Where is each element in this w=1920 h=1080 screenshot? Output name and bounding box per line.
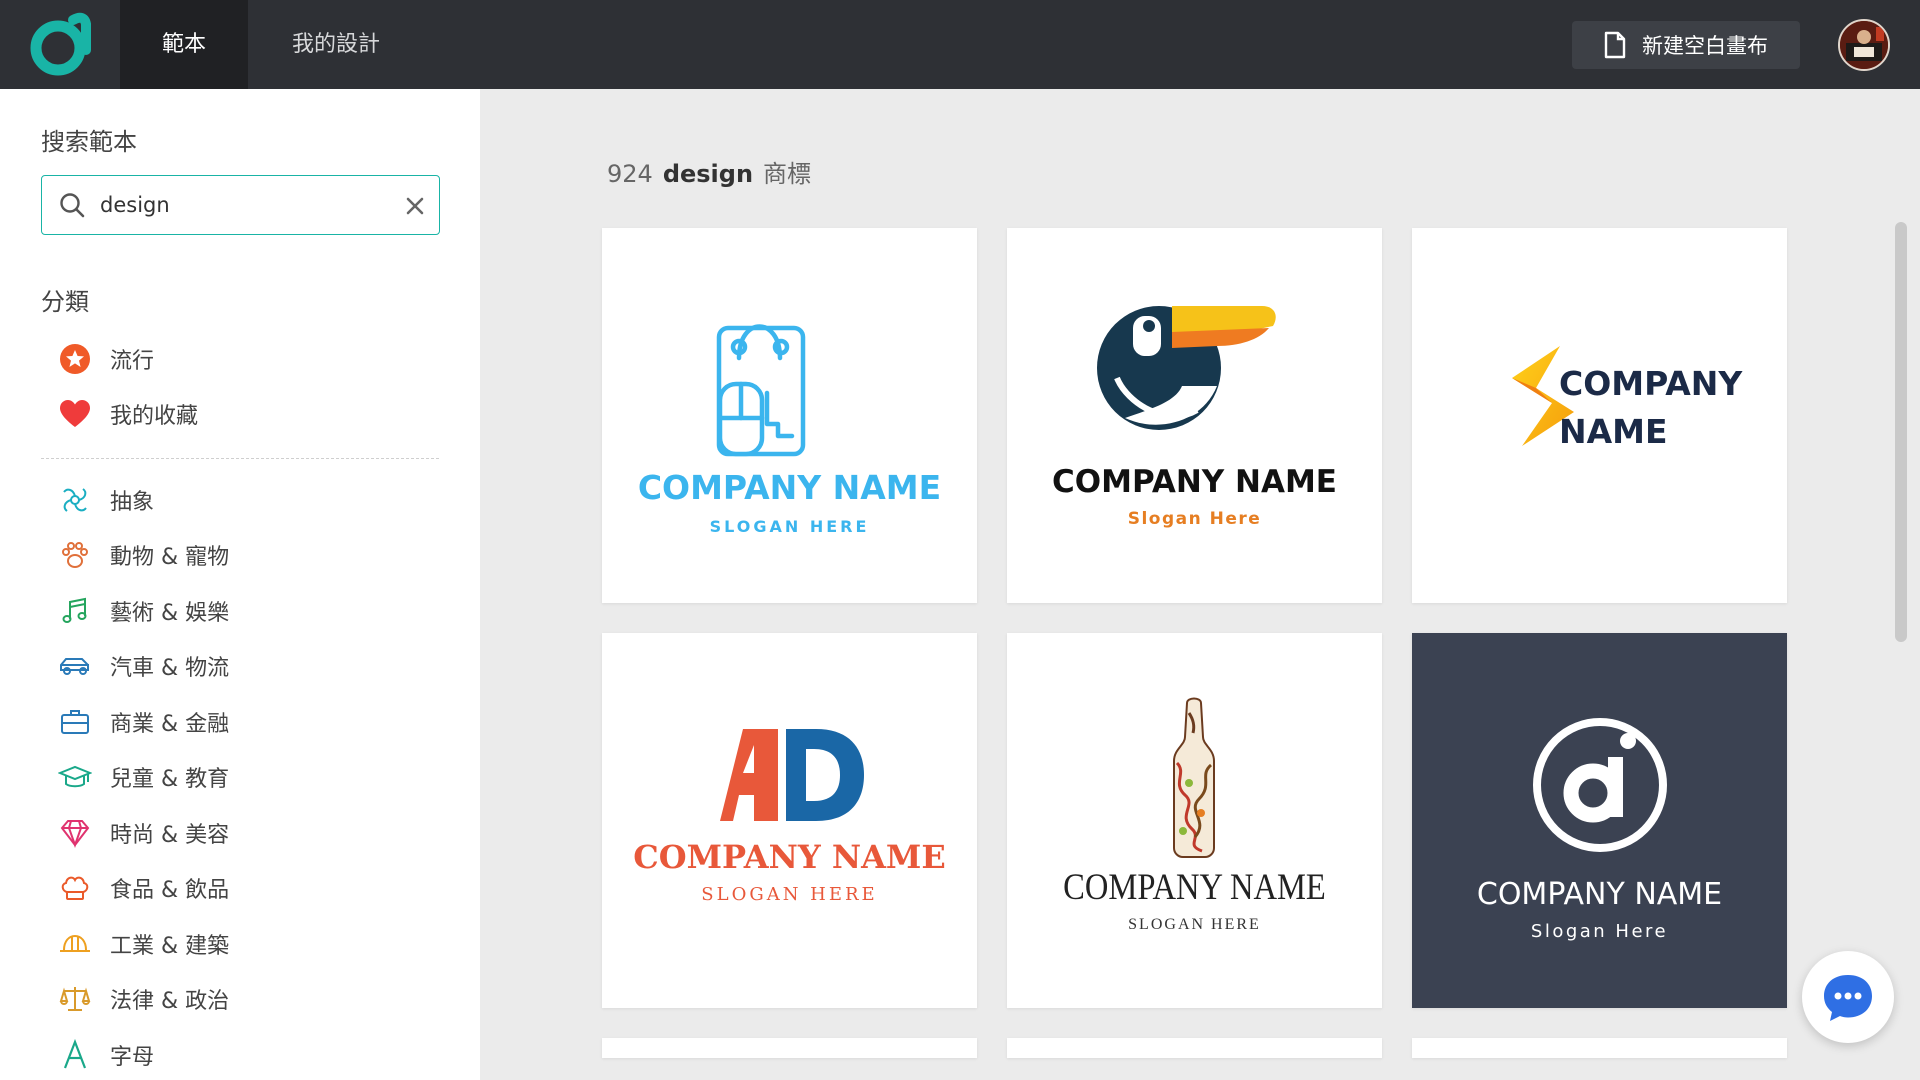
user-avatar[interactable] <box>1838 19 1890 71</box>
category-food[interactable]: 食品 & 飲品 <box>58 870 229 906</box>
category-label: 動物 & 寵物 <box>110 545 230 570</box>
category-label: 法律 & 政治 <box>110 989 230 1014</box>
chef-hat-icon <box>58 871 92 905</box>
result-query: design <box>662 160 754 188</box>
category-label: 商業 & 金融 <box>110 712 230 737</box>
ad-monogram-logo <box>720 729 864 821</box>
template-slogan: SLOGAN HERE <box>709 517 870 536</box>
category-label: 藝術 & 娛樂 <box>110 601 230 626</box>
category-auto[interactable]: 汽車 & 物流 <box>58 648 229 684</box>
template-company-name: COMPANY NAME <box>1063 867 1326 908</box>
category-letters[interactable]: 字母 <box>58 1037 154 1073</box>
scales-icon <box>58 982 92 1016</box>
template-card[interactable] <box>1007 1038 1382 1058</box>
car-icon <box>58 649 92 683</box>
category-education[interactable]: 兒童 & 教育 <box>58 759 229 795</box>
categories-title: 分類 <box>41 288 89 316</box>
tab-my-designs[interactable]: 我的設計 <box>272 0 400 89</box>
template-company-name-line2: NAME <box>1559 412 1668 451</box>
category-label: 流行 <box>110 349 155 374</box>
template-card[interactable]: COMPANY NAME Slogan Here <box>1007 228 1382 603</box>
category-popular[interactable]: 流行 <box>58 341 154 377</box>
category-arts[interactable]: 藝術 & 娛樂 <box>58 593 229 629</box>
hard-hat-icon <box>58 927 92 961</box>
graduation-cap-icon <box>58 760 92 794</box>
search-templates-title: 搜索範本 <box>41 128 137 156</box>
toucan-icon <box>1097 306 1276 430</box>
template-card[interactable]: COMPANY NAME Slogan Here <box>1412 633 1787 1008</box>
template-card[interactable]: COMPANY NAME SLOGAN HERE <box>602 633 977 1008</box>
music-note-icon <box>58 594 92 628</box>
abstract-swirl-icon <box>58 483 92 517</box>
result-suffix: 商標 <box>763 160 812 188</box>
result-count: 924 <box>607 160 653 188</box>
category-law[interactable]: 法律 & 政治 <box>58 981 229 1017</box>
category-label: 字母 <box>110 1045 155 1070</box>
search-input[interactable] <box>100 189 390 221</box>
template-slogan: SLOGAN HERE <box>1128 916 1261 933</box>
sidebar-divider <box>41 458 439 459</box>
category-label: 兒童 & 教育 <box>110 767 230 792</box>
category-industry[interactable]: 工業 & 建築 <box>58 926 229 962</box>
clear-search-icon[interactable] <box>405 196 425 216</box>
template-company-name: COMPANY <box>1559 364 1743 403</box>
template-slogan: Slogan Here <box>1127 509 1262 529</box>
category-favorites[interactable]: 我的收藏 <box>58 396 198 432</box>
top-bar: 範本 我的設計 新建空白畫布 <box>0 0 1920 89</box>
shopping-bag-mouse-icon <box>716 324 806 457</box>
category-label: 時尚 & 美容 <box>110 823 230 848</box>
category-label: 抽象 <box>110 490 155 515</box>
category-business[interactable]: 商業 & 金融 <box>58 704 229 740</box>
sidebar: 搜索範本 分類 流行 我的收藏 抽象 <box>0 89 480 1080</box>
heart-icon <box>58 397 92 431</box>
results-heading: 924 design 商標 <box>607 154 811 189</box>
paw-icon <box>58 538 92 572</box>
template-card[interactable]: COMPANY NAME SLOGAN HERE <box>1007 633 1382 1008</box>
ornate-bottle-icon <box>1173 697 1215 858</box>
letter-a-icon <box>58 1038 92 1072</box>
search-icon <box>58 191 86 219</box>
category-animals[interactable]: 動物 & 寵物 <box>58 537 229 573</box>
category-label: 我的收藏 <box>110 404 199 429</box>
briefcase-icon <box>58 705 92 739</box>
template-slogan: SLOGAN HERE <box>701 884 878 905</box>
app-logo[interactable] <box>28 10 94 76</box>
template-company-name: COMPANY NAME <box>1052 464 1337 500</box>
di-monogram-logo <box>1533 718 1667 852</box>
scrollbar-thumb[interactable] <box>1895 222 1907 642</box>
template-company-name: COMPANY NAME <box>1476 877 1723 912</box>
template-company-name: COMPANY NAME <box>633 838 946 876</box>
category-label: 汽車 & 物流 <box>110 656 230 681</box>
template-card[interactable] <box>602 1038 977 1058</box>
new-blank-canvas-button[interactable]: 新建空白畫布 <box>1572 21 1800 69</box>
template-company-name: COMPANY NAME <box>637 468 942 507</box>
template-card[interactable]: COMPANY NAME SLOGAN HERE <box>602 228 977 603</box>
chat-support-button[interactable] <box>1802 951 1894 1043</box>
chat-bubble-icon <box>1824 975 1872 1021</box>
template-card[interactable] <box>1412 1038 1787 1058</box>
category-fashion[interactable]: 時尚 & 美容 <box>58 815 229 851</box>
star-badge-icon <box>58 342 92 376</box>
search-box <box>41 175 440 235</box>
category-label: 食品 & 飲品 <box>110 878 230 903</box>
document-icon <box>1602 31 1628 59</box>
category-abstract[interactable]: 抽象 <box>58 482 154 518</box>
category-label: 工業 & 建築 <box>110 934 230 959</box>
template-card[interactable]: COMPANY NAME <box>1412 228 1787 603</box>
new-blank-canvas-label: 新建空白畫布 <box>1642 34 1768 58</box>
template-slogan: Slogan Here <box>1530 921 1669 942</box>
tab-templates[interactable]: 範本 <box>120 0 248 89</box>
diamond-icon <box>58 816 92 850</box>
